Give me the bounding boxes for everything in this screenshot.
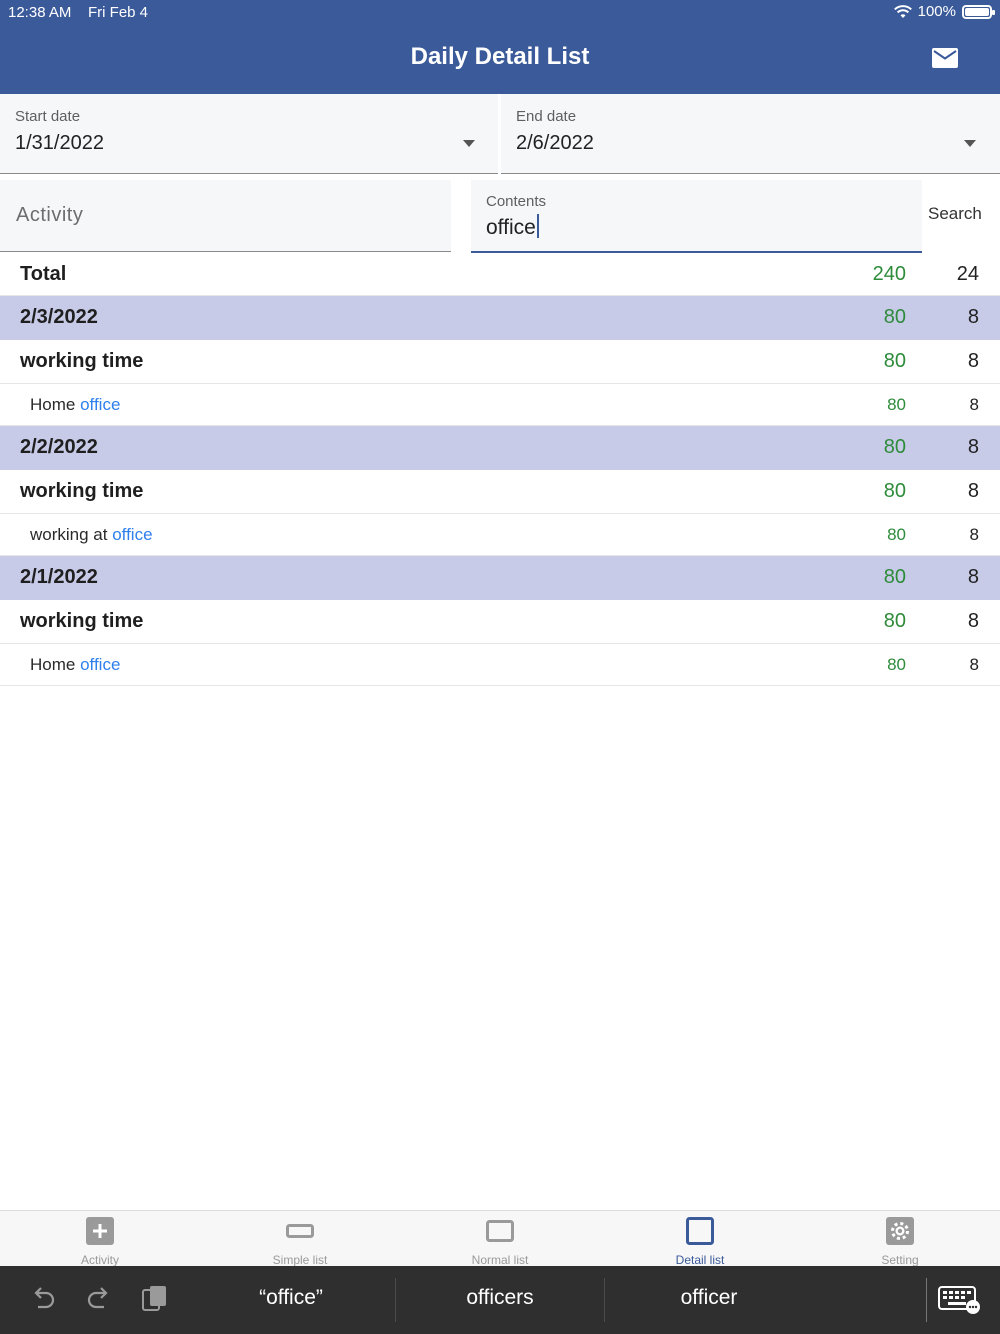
tab-label: Activity: [80, 1253, 119, 1267]
simple-list-icon: [286, 1224, 314, 1238]
detail-amount: 80: [887, 525, 906, 544]
search-match: office: [80, 395, 121, 414]
tab-normal-list[interactable]: Normal list: [400, 1211, 600, 1267]
activity-count: 8: [967, 480, 979, 502]
activity-amount: 80: [883, 480, 906, 502]
start-date-label: Start date: [15, 108, 81, 125]
search-match: office: [112, 525, 153, 544]
tab-activity[interactable]: Activity: [0, 1211, 200, 1267]
activity-row[interactable]: working time 80 8: [0, 600, 1000, 644]
end-date-label: End date: [516, 108, 577, 125]
activity-amount: 80: [883, 350, 906, 372]
suggestion-3[interactable]: officer: [614, 1286, 804, 1310]
start-date-value: 1/31/2022: [15, 132, 104, 154]
contents-label: Contents: [486, 193, 547, 210]
date-amount: 80: [883, 436, 906, 458]
tab-bar: Activity Simple list Normal list Detail …: [0, 1210, 1000, 1267]
activity-count: 8: [967, 610, 979, 632]
tab-simple-list[interactable]: Simple list: [200, 1211, 400, 1267]
suggestion-divider: [926, 1278, 927, 1322]
detail-count: 8: [969, 395, 979, 414]
search-button[interactable]: Search: [928, 204, 982, 224]
activity-placeholder: Activity: [16, 204, 84, 226]
date-count: 8: [967, 436, 979, 458]
activity-label: working time: [20, 480, 144, 502]
suggestion-2[interactable]: officers: [405, 1286, 595, 1310]
keyboard-suggestion-bar: “office” officers officer: [0, 1266, 1000, 1334]
caret-down-icon[interactable]: [463, 140, 475, 147]
date-range: Start date 1/31/2022 End date 2/6/2022: [0, 94, 1000, 174]
detail-row[interactable]: Home office 80 8: [0, 384, 1000, 426]
status-bar: 12:38 AM Fri Feb 4 100%: [0, 0, 1000, 26]
date-row[interactable]: 2/3/2022 80 8: [0, 296, 1000, 340]
total-amount: 240: [872, 263, 906, 285]
detail-list: Total 240 24 2/3/2022 80 8 working time …: [0, 253, 1000, 686]
gear-icon: [886, 1217, 914, 1245]
tab-label: Normal list: [471, 1253, 529, 1267]
suggestion-divider: [604, 1278, 605, 1322]
detail-list-icon: [686, 1217, 714, 1245]
date-amount: 80: [883, 566, 906, 588]
status-indicators: 100%: [893, 3, 995, 20]
date-row[interactable]: 2/1/2022 80 8: [0, 556, 1000, 600]
activity-amount: 80: [883, 610, 906, 632]
normal-list-icon: [486, 1220, 514, 1242]
redo-icon[interactable]: [86, 1284, 112, 1312]
contents-input[interactable]: Contents office: [471, 180, 922, 253]
suggestion-1[interactable]: “office”: [196, 1286, 386, 1310]
page-title: Daily Detail List: [410, 43, 590, 70]
battery-icon: [962, 4, 995, 19]
activity-row[interactable]: working time 80 8: [0, 340, 1000, 384]
tab-detail-list[interactable]: Detail list: [600, 1211, 800, 1267]
activity-label: working time: [20, 350, 144, 372]
detail-row[interactable]: Home office 80 8: [0, 644, 1000, 686]
search-match: office: [80, 655, 121, 674]
date-count: 8: [967, 306, 979, 328]
date-label: 2/2/2022: [20, 436, 98, 458]
activity-input[interactable]: Activity: [0, 180, 451, 252]
detail-amount: 80: [887, 395, 906, 414]
suggestion-divider: [395, 1278, 396, 1322]
detail-text: Home: [30, 655, 81, 674]
search-row: Activity Contents office Search: [0, 180, 1000, 253]
end-date-select[interactable]: End date 2/6/2022: [501, 94, 1000, 174]
activity-count: 8: [967, 350, 979, 372]
detail-count: 8: [969, 525, 979, 544]
activity-label: working time: [20, 610, 144, 632]
status-time: 12:38 AM: [8, 4, 72, 21]
start-date-select[interactable]: Start date 1/31/2022: [0, 94, 498, 174]
contents-value: office: [486, 216, 536, 239]
tab-label: Setting: [881, 1253, 919, 1267]
date-count: 8: [967, 566, 979, 588]
text-cursor: [536, 214, 539, 238]
total-row: Total 240 24: [0, 253, 1000, 296]
detail-count: 8: [969, 655, 979, 674]
date-row[interactable]: 2/2/2022 80 8: [0, 426, 1000, 470]
total-count: 24: [956, 263, 979, 285]
battery-percent: 100%: [917, 3, 956, 20]
detail-text: Home: [30, 395, 81, 414]
app-bar: 12:38 AM Fri Feb 4 100% Daily Detail Lis…: [0, 0, 1000, 94]
wifi-icon: [893, 4, 912, 18]
paste-icon[interactable]: [141, 1284, 169, 1314]
detail-amount: 80: [887, 655, 906, 674]
tab-label: Simple list: [272, 1253, 328, 1267]
tab-label: Detail list: [675, 1253, 725, 1267]
plus-square-icon: [86, 1217, 114, 1245]
detail-row[interactable]: working at office 80 8: [0, 514, 1000, 556]
activity-row[interactable]: working time 80 8: [0, 470, 1000, 514]
date-label: 2/1/2022: [20, 566, 98, 588]
mail-icon[interactable]: [932, 48, 958, 68]
caret-down-icon[interactable]: [964, 140, 976, 147]
date-label: 2/3/2022: [20, 306, 98, 328]
total-label: Total: [20, 263, 67, 285]
end-date-value: 2/6/2022: [516, 132, 594, 154]
keyboard-icon[interactable]: [938, 1286, 982, 1314]
date-amount: 80: [883, 306, 906, 328]
detail-text: working at: [30, 525, 113, 544]
undo-icon[interactable]: [30, 1284, 56, 1312]
tab-setting[interactable]: Setting: [800, 1211, 1000, 1267]
status-date: Fri Feb 4: [88, 4, 149, 21]
